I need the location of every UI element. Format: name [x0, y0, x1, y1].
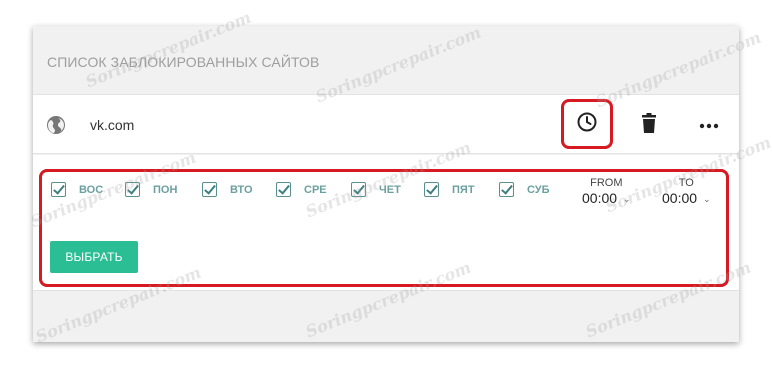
select-button[interactable]: ВЫБРАТЬ: [50, 241, 138, 273]
trash-icon: [641, 112, 657, 138]
thursday-checkbox[interactable]: [351, 182, 366, 197]
day-tuesday[interactable]: ВТО: [202, 182, 253, 197]
day-label: ПЯТ: [452, 183, 475, 196]
day-wednesday[interactable]: СРЕ: [276, 182, 327, 197]
globe-icon: [46, 115, 66, 135]
more-dots-icon: [699, 116, 719, 134]
to-time-select[interactable]: 00:00 ⌄: [662, 190, 711, 206]
day-label: СУБ: [527, 183, 550, 196]
section-title: СПИСОК ЗАБЛОКИРОВАННЫХ САЙТОВ: [47, 54, 320, 70]
from-time: FROM 00:00 ⌄: [582, 177, 631, 206]
delete-button[interactable]: [639, 112, 659, 138]
day-thursday[interactable]: ЧЕТ: [351, 182, 401, 197]
clock-icon: [576, 111, 598, 138]
day-label: ПОН: [153, 183, 178, 196]
chevron-down-icon: ⌄: [703, 194, 711, 204]
to-label: TO: [678, 177, 694, 189]
friday-checkbox[interactable]: [424, 182, 439, 197]
saturday-checkbox[interactable]: [499, 182, 514, 197]
more-button[interactable]: [697, 115, 721, 135]
day-label: ВТО: [230, 183, 253, 196]
wednesday-checkbox[interactable]: [276, 182, 291, 197]
blocked-site-row: vk.com: [33, 94, 739, 154]
schedule-button[interactable]: [561, 99, 613, 149]
day-label: СРЕ: [304, 183, 327, 196]
tuesday-checkbox[interactable]: [202, 182, 217, 197]
from-time-select[interactable]: 00:00 ⌄: [582, 190, 631, 206]
day-saturday[interactable]: СУБ: [499, 182, 550, 197]
day-monday[interactable]: ПОН: [125, 182, 177, 197]
day-friday[interactable]: ПЯТ: [424, 182, 475, 197]
monday-checkbox[interactable]: [125, 182, 140, 197]
day-label: ЧЕТ: [379, 183, 401, 196]
to-time: TO 00:00 ⌄: [662, 177, 711, 206]
sunday-checkbox[interactable]: [51, 182, 66, 197]
day-sunday[interactable]: ВОС: [51, 182, 103, 197]
from-time-value: 00:00: [582, 190, 618, 206]
day-label: ВОС: [79, 183, 104, 196]
site-name: vk.com: [90, 117, 135, 133]
from-label: FROM: [590, 177, 623, 189]
schedule-panel: ВОС ПОН ВТО СРЕ ЧЕТ ПЯТ СУБ FROM 00:00 ⌄…: [33, 155, 739, 291]
blocked-sites-card: СПИСОК ЗАБЛОКИРОВАННЫХ САЙТОВ vk.com ВОС…: [33, 26, 739, 342]
chevron-down-icon: ⌄: [623, 194, 631, 204]
to-time-value: 00:00: [662, 190, 698, 206]
